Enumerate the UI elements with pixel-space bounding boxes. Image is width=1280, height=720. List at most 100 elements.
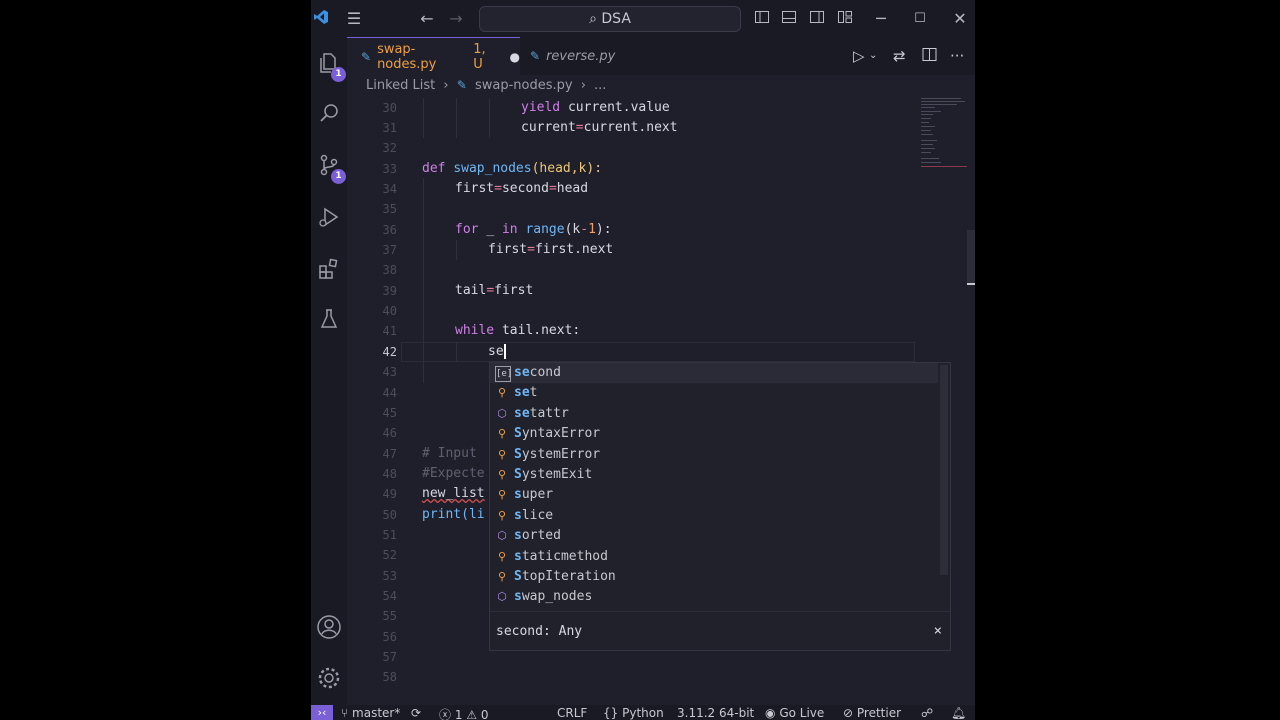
interpreter-status[interactable]: 3.11.2 64-bit — [677, 706, 754, 720]
function-cube-icon: ⬡ — [497, 407, 507, 420]
suggestion-item[interactable]: ⚲ SystemError — [490, 445, 938, 465]
python-file-icon: ✎ — [361, 50, 372, 64]
search-view-icon[interactable] — [311, 95, 347, 131]
settings-gear-icon[interactable] — [311, 659, 347, 695]
minimize-icon[interactable]: ─ — [871, 9, 891, 29]
suggestion-item[interactable]: ⚲ set — [490, 383, 938, 403]
code-line: 31 current=current.next — [382, 120, 678, 135]
unsaved-dot-icon[interactable]: ● — [510, 50, 520, 64]
language-status[interactable]: {} Python — [603, 706, 664, 720]
chevron-right-icon: › — [580, 78, 586, 93]
code-line: 32 — [382, 141, 397, 155]
search-label: DSA — [601, 11, 631, 27]
editor-tab-bar: ✎ swap-nodes.py 1, U ● ✎ reverse.py ▷ ⌄ … — [347, 37, 975, 76]
class-icon: ⚲ — [497, 550, 507, 563]
more-actions-icon[interactable]: ··· — [950, 47, 964, 65]
suggestion-item[interactable]: ⚲ SyntaxError — [490, 424, 938, 444]
close-icon[interactable]: × — [934, 623, 942, 639]
breadcrumb: Linked List › ✎ swap-nodes.py › ... — [366, 78, 606, 93]
tab-label: reverse.py — [546, 48, 616, 64]
go-live-button[interactable]: ◉ Go Live — [765, 706, 824, 720]
activity-bar: 1 1 — [311, 37, 347, 705]
suggestion-item[interactable]: ⚲ super — [490, 485, 938, 505]
code-line: 41 while tail.next: — [382, 323, 581, 338]
tab-status: 1, U — [473, 42, 486, 72]
git-branch-icon: ⑂ — [341, 706, 349, 720]
function-cube-icon: ⬡ — [497, 529, 507, 542]
class-icon: ⚲ — [497, 427, 507, 440]
breadcrumb-more[interactable]: ... — [594, 78, 606, 93]
text-cursor — [503, 344, 506, 359]
suggestion-item[interactable]: ⚲ slice — [490, 506, 938, 526]
toggle-secondary-sidebar-icon[interactable] — [807, 9, 827, 29]
python-file-icon: ✎ — [456, 78, 467, 92]
command-center-search[interactable]: ⌕ DSA — [479, 6, 741, 32]
code-line: 58 — [382, 670, 397, 684]
remote-indicator-icon[interactable]: ›‹ — [311, 705, 333, 720]
title-bar: ☰ ← → ⌕ DSA ─ ☐ ✕ — [311, 0, 975, 37]
source-control-icon[interactable]: 1 — [311, 147, 347, 184]
suggestion-item[interactable]: ⚲ StopIteration — [490, 567, 938, 587]
toggle-sidebar-icon[interactable] — [752, 9, 772, 29]
forward-arrow-icon[interactable]: → — [446, 9, 466, 29]
suggestion-item[interactable]: ⬡ swap_nodes — [490, 587, 938, 607]
testing-flask-icon[interactable] — [311, 301, 347, 337]
function-cube-icon: ⬡ — [497, 590, 507, 603]
prettier-icon: ⊘ — [843, 706, 854, 720]
branch-status[interactable]: ⑂ master* — [341, 706, 400, 720]
python-file-icon: ✎ — [530, 49, 541, 63]
scrollbar-cursor-marker — [967, 283, 975, 285]
class-icon: ⚲ — [497, 509, 507, 522]
explorer-icon[interactable]: 1 — [311, 45, 347, 82]
vscode-window: ☰ ← → ⌕ DSA ─ ☐ ✕ 1 1 ✎ swap-nodes.py 1,… — [311, 0, 975, 720]
run-debug-icon[interactable] — [311, 199, 347, 235]
close-window-icon[interactable]: ✕ — [950, 9, 970, 29]
class-icon: ⚲ — [497, 468, 507, 481]
suggestion-detail-text: second: Any — [496, 624, 583, 639]
chevron-down-icon[interactable]: ⌄ — [869, 50, 877, 61]
tab-label: swap-nodes.py — [377, 42, 437, 72]
code-line: 33 def swap_nodes(head,k): — [382, 161, 603, 176]
error-icon: ⓧ — [439, 708, 452, 720]
warning-icon: ⚠ — [466, 708, 478, 720]
explorer-badge: 1 — [331, 67, 346, 82]
extensions-icon[interactable] — [311, 251, 347, 287]
suggestion-item[interactable]: ⚲ staticmethod — [490, 547, 938, 567]
autocomplete-suggestions: [e] second ⚲ set ⬡ setattr ⚲ SyntaxError… — [489, 362, 951, 651]
code-line: 34 first=second=head — [382, 181, 589, 196]
breadcrumb-folder[interactable]: Linked List — [366, 78, 435, 93]
back-arrow-icon[interactable]: ← — [417, 9, 437, 29]
account-icon[interactable] — [311, 608, 347, 644]
minimap[interactable] — [921, 98, 967, 178]
editor-scrollbar[interactable] — [967, 230, 975, 284]
breadcrumb-file[interactable]: swap-nodes.py — [475, 78, 573, 93]
suggestion-item[interactable]: ⚲ SystemExit — [490, 465, 938, 485]
maximize-icon[interactable]: ☐ — [910, 9, 930, 29]
menu-icon[interactable]: ☰ — [344, 9, 364, 29]
notifications-bell-icon[interactable]: 🔔︎ — [951, 706, 966, 720]
suggestion-item[interactable]: [e] second — [490, 363, 938, 383]
problems-status[interactable]: ⓧ 1 ⚠ 0 — [439, 706, 489, 720]
tab-swap-nodes[interactable]: ✎ swap-nodes.py 1, U ● — [347, 37, 520, 76]
open-changes-icon[interactable]: ⇄ — [893, 47, 906, 65]
customize-layout-icon[interactable] — [835, 9, 855, 29]
suggestion-item[interactable]: ⬡ setattr — [490, 404, 938, 424]
sync-icon[interactable]: ⟳ — [411, 706, 421, 720]
tab-reverse[interactable]: ✎ reverse.py — [530, 37, 660, 75]
class-icon: ⚲ — [497, 448, 507, 461]
toggle-panel-icon[interactable] — [779, 9, 799, 29]
prettier-status[interactable]: ⊘ Prettier — [843, 706, 901, 720]
class-icon: ⚲ — [497, 570, 507, 583]
suggestions-scrollbar[interactable] — [940, 365, 948, 575]
eol-status[interactable]: CRLF — [557, 706, 587, 720]
vscode-logo-icon — [311, 9, 331, 29]
code-line: 38 — [382, 263, 397, 277]
code-line: 39 tail=first — [382, 283, 534, 298]
split-editor-icon[interactable] — [922, 47, 937, 66]
suggestion-item[interactable]: ⬡ sorted — [490, 526, 938, 546]
feedback-icon[interactable]: ☍ — [921, 706, 933, 720]
code-line: 36 for _ in range(k-1): — [382, 222, 612, 237]
code-line: 37 first=first.next — [382, 242, 614, 257]
run-file-icon[interactable]: ▷ — [853, 47, 865, 65]
code-line: 35 — [382, 202, 397, 216]
